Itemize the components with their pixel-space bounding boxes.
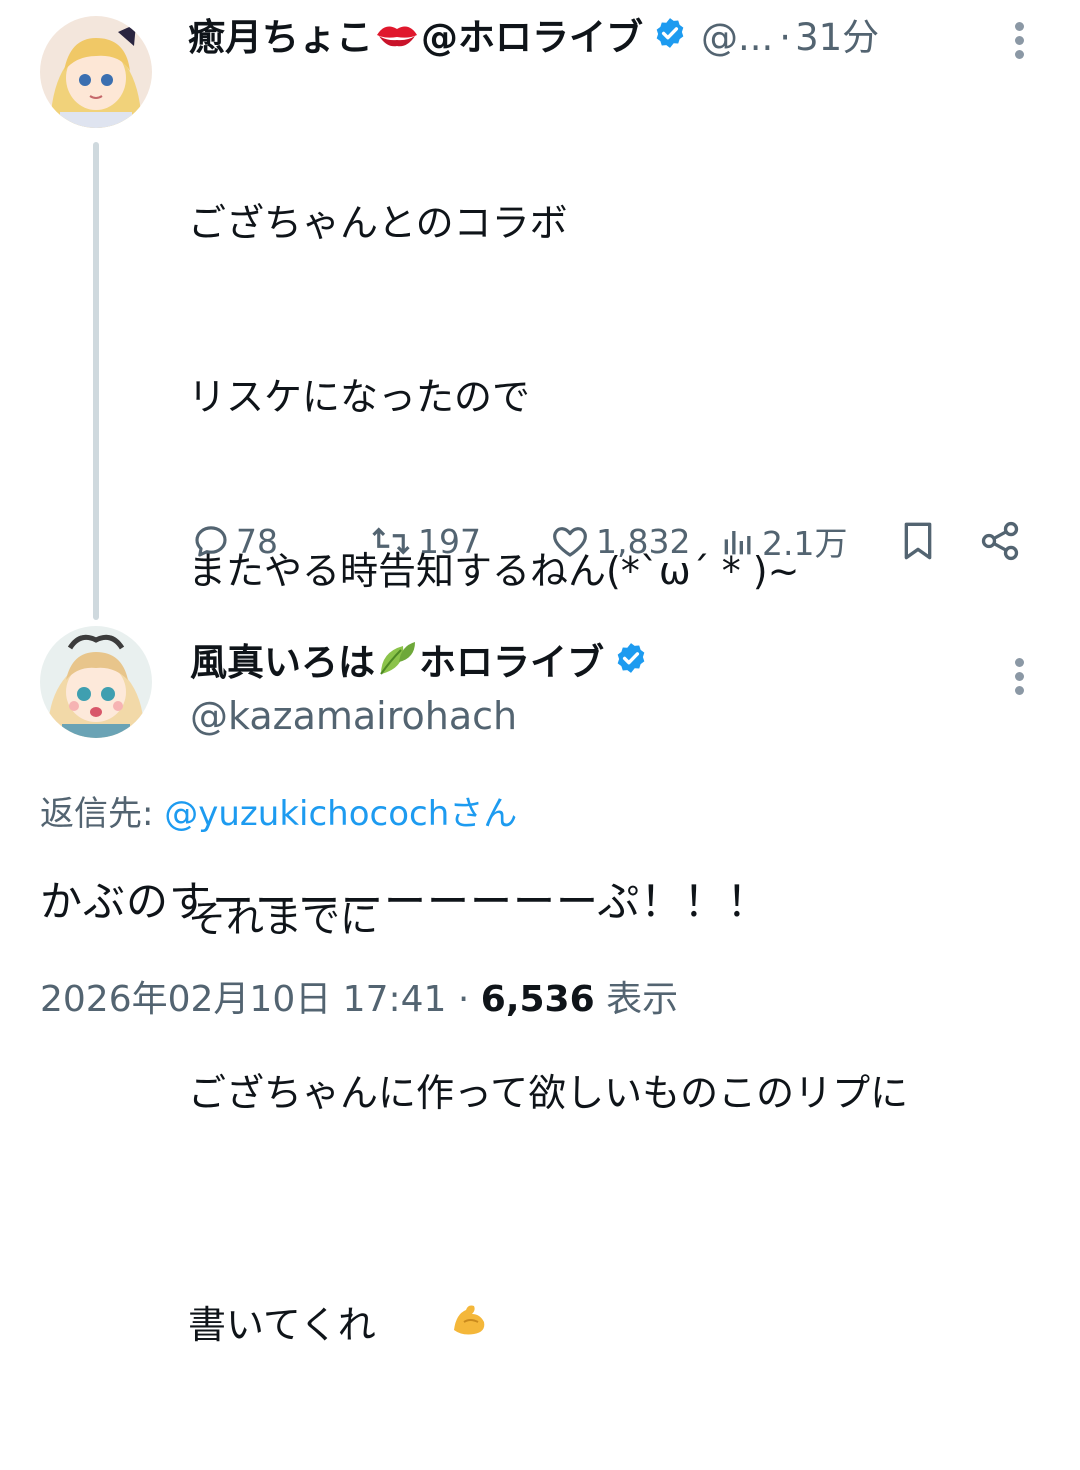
avatar[interactable]: [40, 16, 152, 128]
author-name-row[interactable]: 癒月ちょこ @ホロライブ @... · 31分: [188, 16, 1018, 60]
separator-dot: ·: [779, 16, 792, 59]
more-dot: [1015, 22, 1024, 31]
avatar[interactable]: [40, 626, 152, 738]
more-dot: [1015, 658, 1024, 667]
retweet-action[interactable]: 197: [368, 520, 481, 562]
views-action[interactable]: 2.1万: [718, 520, 848, 563]
reply-to-user-link[interactable]: @yuzukichococh: [164, 794, 449, 834]
reply-count: 78: [236, 521, 278, 561]
reply-author-suffix[interactable]: ホロライブ: [419, 641, 604, 685]
more-dot: [1015, 50, 1024, 59]
view-count: 6,536: [480, 979, 595, 1020]
meta-dot: ·: [446, 979, 481, 1020]
heart-icon: [553, 527, 587, 557]
like-action[interactable]: 1,832: [548, 520, 690, 562]
bookmark-button[interactable]: [898, 519, 938, 567]
tweet-text-line: リスケになったので: [188, 375, 531, 419]
reply-text: かぶのすーーーーーーーーーぷ！！！: [40, 877, 770, 926]
author-name[interactable]: 癒月ちょこ: [188, 16, 373, 60]
view-label: 表示: [594, 979, 679, 1020]
retweet-icon: [372, 527, 410, 555]
verified-badge-icon: [614, 641, 648, 685]
reply-icon: [195, 526, 227, 557]
reply-action[interactable]: 78: [190, 520, 278, 562]
flexed-biceps-emoji: [378, 1238, 488, 1412]
like-count: 1,832: [596, 521, 691, 561]
more-dot: [1015, 686, 1024, 695]
more-dot: [1015, 36, 1024, 45]
retweet-count: 197: [418, 521, 481, 561]
tweet-time[interactable]: 31分: [795, 16, 879, 60]
reply-author-name-row[interactable]: 風真いろは ホロライブ: [190, 638, 990, 688]
verified-badge-icon: [653, 16, 687, 60]
reply-author-name[interactable]: 風真いろは: [190, 641, 375, 685]
view-count: 2.1万: [762, 524, 848, 563]
tweet-text-line: ござちゃんに作って欲しいものこのリプに: [188, 1071, 909, 1115]
share-button[interactable]: [978, 519, 1022, 567]
kiss-mark-emoji: [375, 16, 419, 60]
reply-to-line: 返信先: @yuzukichocochさん: [40, 786, 517, 835]
tweet-text: ござちゃんとのコラボ リスケになったので またやる時告知するねん(*`ω´ * …: [188, 78, 1048, 1470]
bookmark-icon: [904, 522, 932, 560]
reply-author-handle[interactable]: @kazamairohach: [190, 694, 517, 738]
leaf-emoji: [377, 638, 417, 688]
analytics-icon: [724, 531, 751, 555]
more-options-button[interactable]: [1015, 22, 1025, 64]
tweet-meta: 2026年02月10日 17:41 · 6,536 表示: [40, 970, 678, 1022]
tweet-text-line: 書いてくれ: [188, 1303, 376, 1347]
reply-to-suffix[interactable]: さん: [449, 794, 517, 834]
thread-connector-line: [93, 142, 99, 620]
author-handle[interactable]: @...: [701, 16, 773, 60]
more-dot: [1015, 672, 1024, 681]
reply-to-label: 返信先:: [40, 794, 165, 834]
tweet-text-line: ござちゃんとのコラボ: [188, 201, 568, 245]
tweet-text-last-line: 書いてくれ: [188, 1238, 1048, 1412]
tweet-date[interactable]: 2026年02月10日 17:41: [40, 979, 446, 1020]
author-name-suffix[interactable]: @ホロライブ: [421, 16, 643, 60]
share-icon: [981, 521, 1019, 561]
more-options-button[interactable]: [1015, 658, 1025, 700]
